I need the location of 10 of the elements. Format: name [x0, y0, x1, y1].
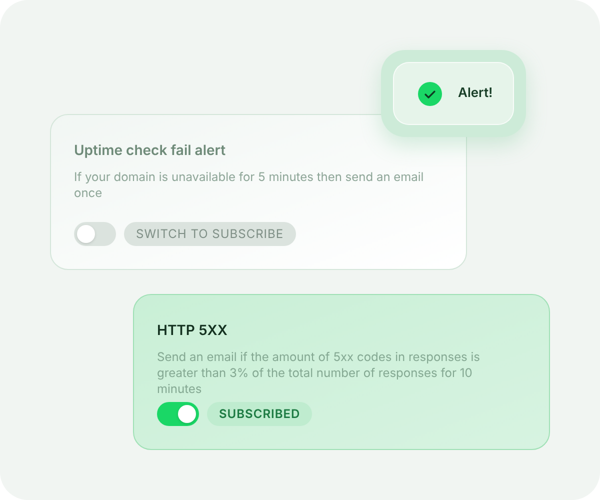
status-badge: SUBSCRIBED	[207, 402, 312, 426]
toggle-switch[interactable]	[74, 222, 116, 246]
card-title: HTTP 5XX	[157, 321, 228, 341]
status-badge: SWITCH TO SUBSCRIBE	[124, 222, 296, 246]
card-description: Send an email if the amount of 5xx codes in responses is greater than 3% of the total number of responses for 10 minutes	[157, 349, 482, 397]
card-description: If your domain is unavailable for 5 minutes then send an email once	[74, 169, 425, 201]
card-title: Uptime check fail alert	[74, 141, 227, 161]
toast-label: Alert!	[458, 84, 493, 103]
check-icon	[418, 82, 442, 106]
toggle-switch[interactable]	[157, 402, 199, 426]
